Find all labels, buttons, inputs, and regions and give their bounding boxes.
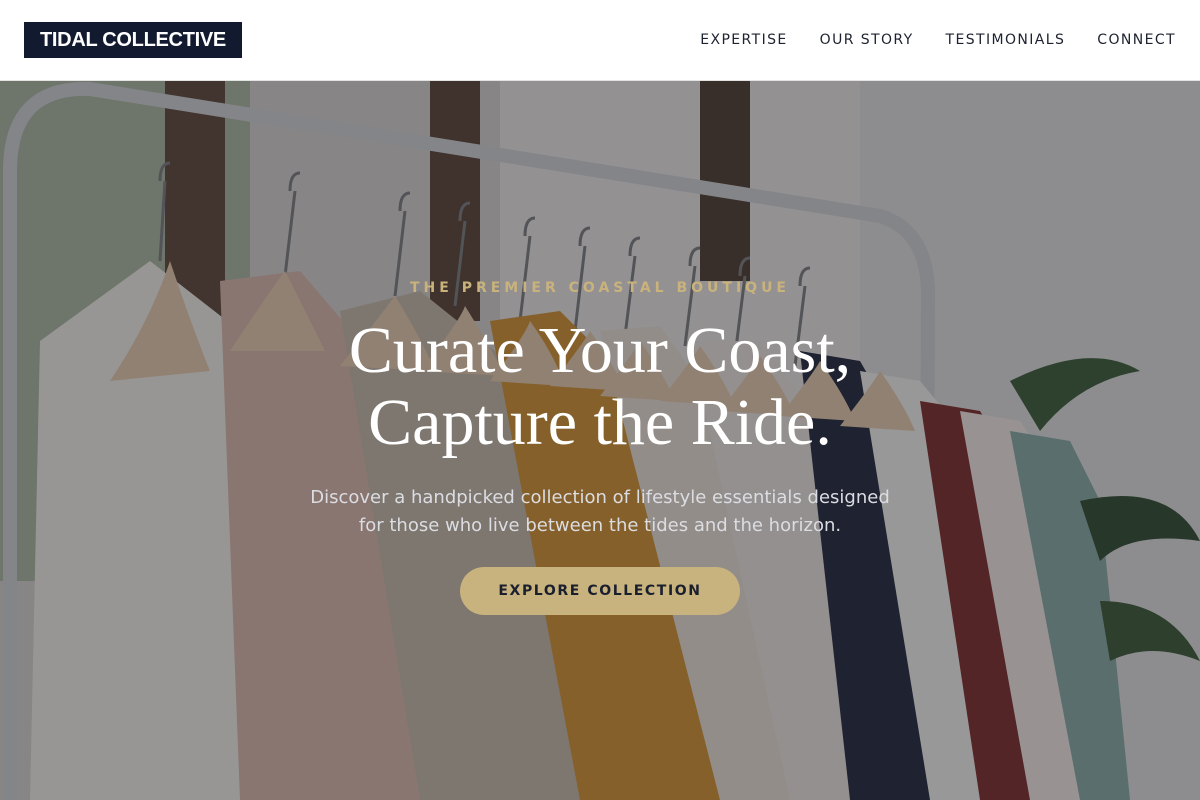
site-header: TIDAL COLLECTIVE EXPERTISE OUR STORY TES… xyxy=(0,0,1200,81)
nav-link-expertise[interactable]: EXPERTISE xyxy=(700,32,787,48)
hero-content: THE PREMIER COASTAL BOUTIQUE Curate Your… xyxy=(0,81,1200,800)
hero-eyebrow: THE PREMIER COASTAL BOUTIQUE xyxy=(409,280,790,296)
brand-logo[interactable]: TIDAL COLLECTIVE xyxy=(24,22,242,58)
hero-headline-line-1: Curate Your Coast, xyxy=(348,314,852,387)
hero-subtext-line-2: for those who live between the tides and… xyxy=(358,515,842,536)
hero-headline: Curate Your Coast, Capture the Ride. xyxy=(0,315,1200,459)
hero-subtext-line-1: Discover a handpicked collection of life… xyxy=(310,487,890,508)
main-nav: EXPERTISE OUR STORY TESTIMONIALS CONNECT xyxy=(700,0,1176,80)
hero-headline-line-2: Capture the Ride. xyxy=(368,386,832,459)
hero-subtext: Discover a handpicked collection of life… xyxy=(270,484,930,540)
explore-collection-button[interactable]: EXPLORE COLLECTION xyxy=(460,567,740,615)
nav-link-our-story[interactable]: OUR STORY xyxy=(820,32,914,48)
nav-link-testimonials[interactable]: TESTIMONIALS xyxy=(946,32,1066,48)
hero-section: THE PREMIER COASTAL BOUTIQUE Curate Your… xyxy=(0,81,1200,800)
nav-link-connect[interactable]: CONNECT xyxy=(1097,32,1176,48)
